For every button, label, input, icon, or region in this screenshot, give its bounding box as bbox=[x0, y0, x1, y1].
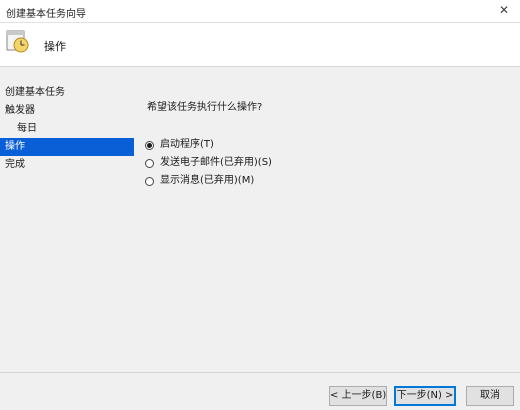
next-button[interactable]: 下一步(N) > bbox=[394, 386, 456, 406]
radio-button[interactable] bbox=[145, 158, 154, 168]
wizard-header: 操作 bbox=[0, 23, 520, 67]
close-button[interactable]: ✕ bbox=[488, 0, 520, 22]
action-prompt: 希望该任务执行什么操作? bbox=[147, 102, 263, 113]
nav-step-daily[interactable]: 每日 bbox=[0, 120, 134, 138]
window-title: 创建基本任务向导 bbox=[6, 9, 86, 20]
page-title: 操作 bbox=[44, 40, 66, 53]
radio-button[interactable] bbox=[145, 176, 154, 186]
radio-option-send-email[interactable]: 发送电子邮件(已弃用)(S) bbox=[145, 154, 272, 172]
footer-divider bbox=[0, 372, 520, 373]
nav-step-trigger[interactable]: 触发器 bbox=[0, 102, 134, 120]
nav-step-finish[interactable]: 完成 bbox=[0, 156, 134, 174]
option-label: 发送电子邮件(已弃用)(S) bbox=[160, 157, 272, 168]
wizard-step-nav: 创建基本任务 触发器 每日 操作 完成 bbox=[0, 84, 134, 174]
cancel-button[interactable]: 取消 bbox=[466, 386, 514, 406]
nav-step-create-basic-task[interactable]: 创建基本任务 bbox=[0, 84, 134, 102]
back-button[interactable]: < 上一步(B) bbox=[329, 386, 387, 406]
action-radio-group: 启动程序(T) 发送电子邮件(已弃用)(S) 显示消息(已弃用)(M) bbox=[145, 136, 272, 190]
radio-button-checked[interactable] bbox=[145, 140, 154, 150]
radio-option-display-message[interactable]: 显示消息(已弃用)(M) bbox=[145, 172, 272, 190]
option-label: 启动程序(T) bbox=[160, 139, 214, 150]
task-clock-icon bbox=[6, 30, 29, 53]
nav-step-action[interactable]: 操作 bbox=[0, 138, 134, 156]
title-bar: 创建基本任务向导 ✕ bbox=[0, 0, 520, 23]
option-label: 显示消息(已弃用)(M) bbox=[160, 175, 255, 186]
radio-option-start-program[interactable]: 启动程序(T) bbox=[145, 136, 272, 154]
